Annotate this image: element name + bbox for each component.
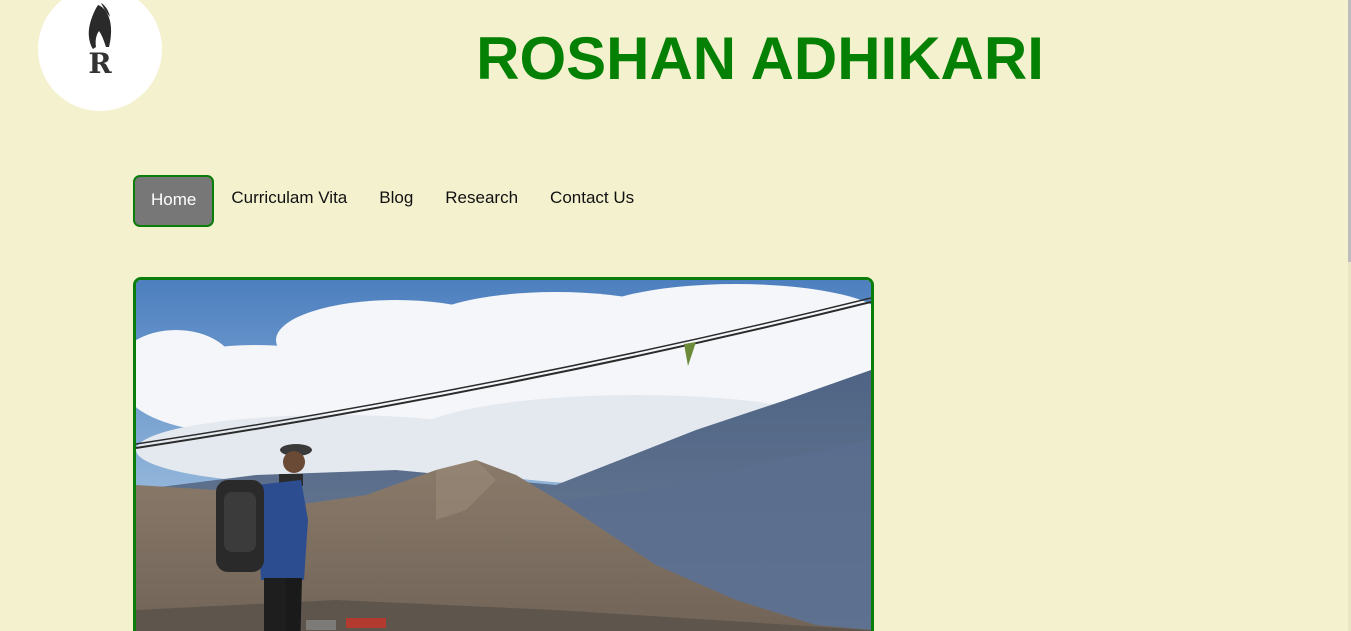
nav-item-home[interactable]: Home: [133, 175, 215, 227]
nav-item-blog[interactable]: Blog: [363, 175, 429, 227]
nav-item-curriculam-vita[interactable]: Curriculam Vita: [215, 175, 363, 227]
hero-photo: [136, 280, 871, 631]
page: R ROSHAN ADHIKARI Home Curriculam Vita B…: [0, 0, 1351, 631]
main-nav: Home Curriculam Vita Blog Research Conta…: [133, 175, 650, 227]
nav-item-research[interactable]: Research: [429, 175, 534, 227]
site-title: ROSHAN ADHIKARI: [476, 25, 1044, 92]
logo-letter: R: [88, 47, 112, 80]
site-logo[interactable]: R: [38, 0, 162, 111]
nav-item-contact-us[interactable]: Contact Us: [534, 175, 650, 227]
hero-image: [133, 277, 874, 631]
